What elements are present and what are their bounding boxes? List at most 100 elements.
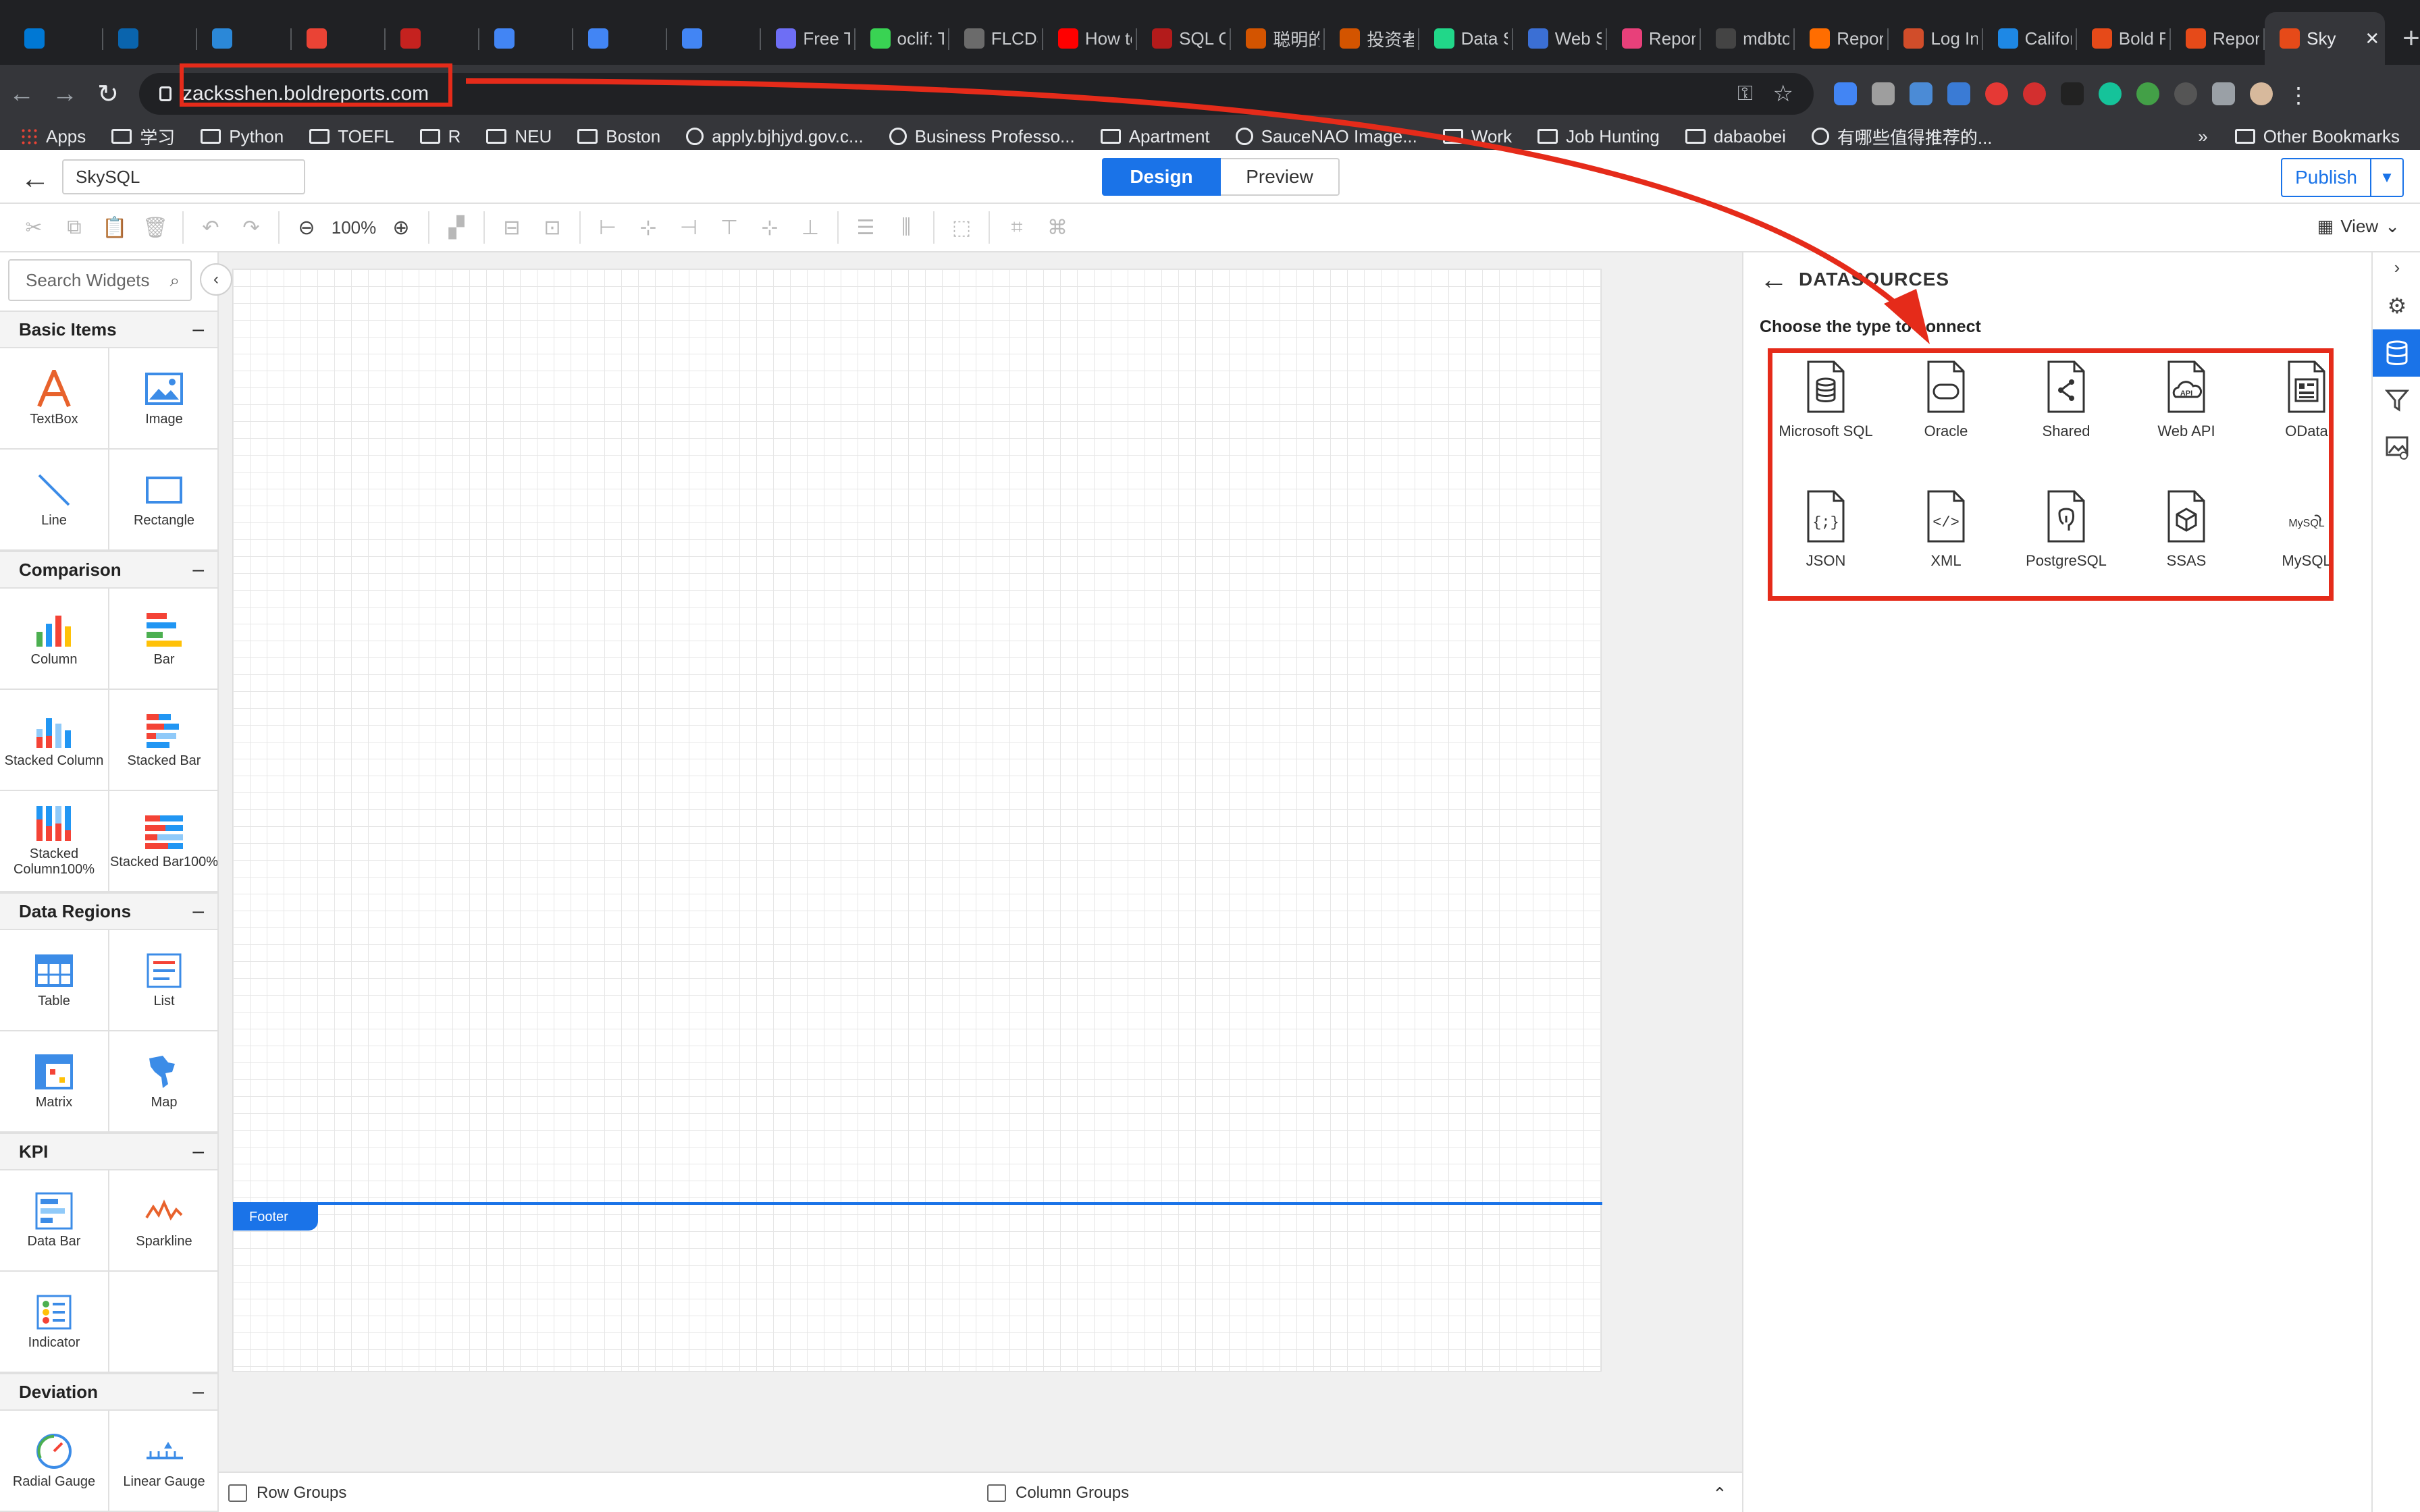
back-icon[interactable]: ←	[0, 80, 43, 109]
design-canvas[interactable]: Footer	[219, 252, 1742, 1472]
bookmark-item[interactable]: Apartment	[1100, 126, 1210, 147]
widget-list[interactable]: List	[109, 930, 217, 1030]
extension-icon[interactable]	[1910, 82, 1932, 105]
collapse-icon[interactable]: –	[192, 900, 204, 923]
browser-tab[interactable]	[9, 12, 104, 65]
browser-tab[interactable]: FLCDat	[949, 12, 1043, 65]
translate-extension-icon[interactable]	[1834, 82, 1857, 105]
widget-table[interactable]: Table	[0, 930, 109, 1030]
widget-stacked-bar100[interactable]: Stacked Bar100%	[109, 791, 217, 891]
other-bookmarks[interactable]: Other Bookmarks	[2234, 126, 2400, 147]
zoom-out-icon[interactable]: ⊖	[286, 216, 327, 240]
browser-tab[interactable]	[386, 12, 479, 65]
browser-tab[interactable]	[292, 12, 386, 65]
bookmark-item[interactable]: dabaobei	[1685, 126, 1786, 147]
browser-tab[interactable]	[479, 12, 574, 65]
browser-tab[interactable]: Report	[1607, 12, 1702, 65]
snap-icon[interactable]: ⌗	[997, 216, 1037, 239]
section-deviation[interactable]: Deviation –	[0, 1373, 217, 1411]
collapse-icon[interactable]: –	[192, 1380, 204, 1403]
menu-dots-icon[interactable]: ⋮	[2288, 82, 2309, 107]
zoom-level[interactable]: 100%	[327, 217, 381, 238]
preview-tab[interactable]: Preview	[1221, 158, 1340, 196]
back-arrow-icon[interactable]: ←	[1760, 263, 1788, 296]
section-kpi[interactable]: KPI –	[0, 1133, 217, 1170]
copy-icon[interactable]: ⧉	[54, 216, 95, 239]
key-icon[interactable]: ⚿	[1737, 82, 1753, 105]
new-tab-button[interactable]: +	[2385, 12, 2420, 65]
bookmark-item[interactable]: Job Hunting	[1537, 126, 1660, 147]
align-top-icon[interactable]: ⊤	[709, 216, 749, 240]
shapes-icon[interactable]: ▞	[436, 216, 477, 240]
bookmark-item[interactable]: Python	[201, 126, 284, 147]
widget-bar[interactable]: Bar	[109, 589, 217, 688]
widget-linear-gauge[interactable]: Linear Gauge	[109, 1411, 217, 1511]
bookmark-item[interactable]: Business Professo...	[889, 126, 1075, 147]
browser-tab[interactable]: Free Tri	[761, 12, 856, 65]
extension-icon[interactable]	[2061, 82, 2084, 105]
widget-indicator[interactable]: Indicator	[0, 1272, 109, 1372]
chevron-right-icon[interactable]: ›	[2373, 252, 2420, 282]
avatar[interactable]	[2250, 82, 2273, 105]
cut-icon[interactable]: ✂	[14, 216, 54, 240]
section-data-regions[interactable]: Data Regions –	[0, 892, 217, 930]
star-icon[interactable]: ☆	[1773, 80, 1793, 107]
browser-tab[interactable]: mdbtoo	[1701, 12, 1795, 65]
size-to-grid-icon[interactable]: ⊡	[532, 216, 573, 240]
widget-rectangle[interactable]: Rectangle	[109, 450, 217, 549]
bookmark-item[interactable]: TOEFL	[309, 126, 394, 147]
tab-active[interactable]: Sky ✕	[2265, 12, 2386, 65]
align-right-icon[interactable]: ⊣	[668, 216, 709, 240]
close-tab-icon[interactable]: ✕	[2365, 28, 2379, 49]
collapse-icon[interactable]: –	[192, 318, 204, 341]
browser-tab[interactable]: How to	[1043, 12, 1138, 65]
paste-icon[interactable]: 📋	[95, 216, 135, 240]
adblock-icon[interactable]	[2023, 82, 2046, 105]
browser-tab[interactable]: Data Sc	[1419, 12, 1513, 65]
browser-tab[interactable]	[103, 12, 198, 65]
filter-icon[interactable]	[2373, 377, 2420, 424]
grid-icon[interactable]: ⌘	[1037, 216, 1078, 240]
bookmark-item[interactable]: 学习	[111, 124, 175, 149]
report-page[interactable]: Footer	[232, 269, 1602, 1372]
database-icon[interactable]	[2373, 329, 2420, 377]
back-arrow-icon[interactable]: ←	[20, 162, 50, 196]
extension-icon[interactable]	[2174, 82, 2197, 105]
browser-tab[interactable]	[667, 12, 762, 65]
bookmark-item[interactable]: SauceNAO Image...	[1235, 126, 1417, 147]
widget-textbox[interactable]: TextBox	[0, 348, 109, 448]
search-widgets-input[interactable]: Search Widgets ⌕	[8, 259, 192, 301]
section-basic-items[interactable]: Basic Items –	[0, 310, 217, 348]
widget-radial-gauge[interactable]: Radial Gauge	[0, 1411, 109, 1511]
align-bottom-icon[interactable]: ⊥	[790, 216, 831, 240]
distribute-vertical-icon[interactable]: ⫼	[886, 216, 926, 239]
undo-icon[interactable]: ↶	[190, 216, 231, 240]
browser-tab[interactable]	[573, 12, 668, 65]
align-middle-icon[interactable]: ⊹	[749, 216, 790, 240]
zoom-in-icon[interactable]: ⊕	[381, 216, 421, 240]
bookmark-item[interactable]: NEU	[486, 126, 552, 147]
collapse-icon[interactable]: –	[192, 558, 204, 581]
section-comparison[interactable]: Comparison –	[0, 551, 217, 589]
browser-tab[interactable]: Log In c	[1889, 12, 1983, 65]
extension-icon[interactable]	[1985, 82, 2008, 105]
browser-tab[interactable]: Web SS	[1513, 12, 1607, 65]
reload-icon[interactable]: ↻	[86, 79, 130, 109]
publish-dropdown-icon[interactable]: ▼	[2371, 158, 2404, 197]
publish-button[interactable]: Publish	[2281, 158, 2371, 197]
widget-sparkline[interactable]: Sparkline	[109, 1170, 217, 1270]
bookmark-item[interactable]: R	[419, 126, 461, 147]
puzzle-icon[interactable]	[2212, 82, 2235, 105]
bookmark-item[interactable]: Work	[1442, 126, 1512, 147]
widget-stacked-bar[interactable]: Stacked Bar	[109, 690, 217, 790]
extension-icon[interactable]	[2136, 82, 2159, 105]
grammarly-icon[interactable]	[2099, 82, 2122, 105]
column-groups-button[interactable]: Column Groups	[987, 1484, 1129, 1503]
image-manager-icon[interactable]	[2373, 424, 2420, 471]
footer-tag[interactable]: Footer	[233, 1204, 318, 1231]
distribute-horizontal-icon[interactable]: ☰	[845, 216, 886, 240]
expand-groups-icon[interactable]: ⌃	[1712, 1484, 1727, 1505]
settings-icon[interactable]: ⚙	[2373, 282, 2420, 329]
extension-icon[interactable]	[1947, 82, 1970, 105]
bookmark-item[interactable]: Apps	[20, 126, 86, 147]
